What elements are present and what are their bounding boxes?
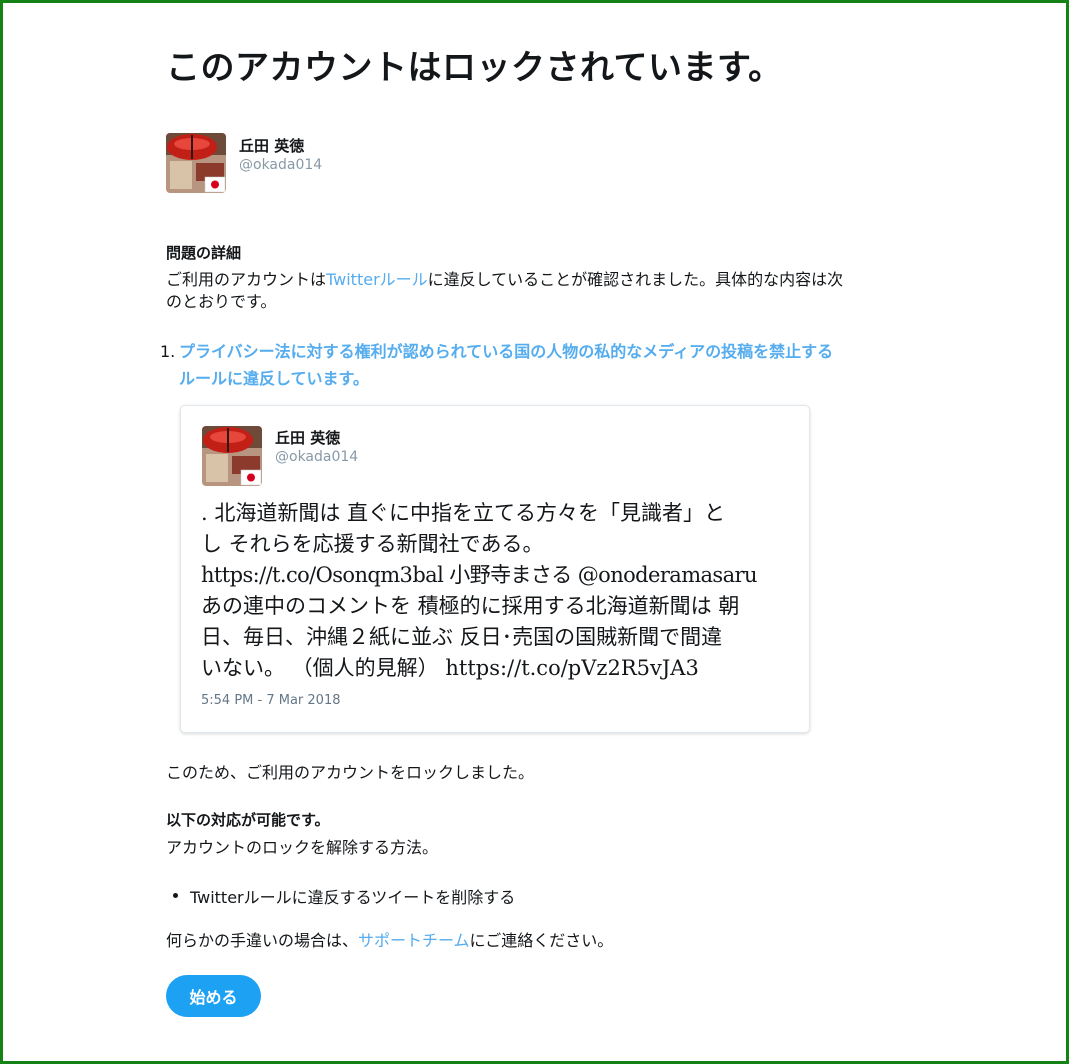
locked-notice: このため、ご利用のアカウントをロックしました。 (166, 763, 535, 782)
tweet-line: あの連中のコメントを 積極的に採用する北海道新聞は 朝 (201, 594, 740, 618)
tweet-line: . 北海道新聞は 直ぐに中指を立てる方々を「見識者」と (201, 501, 726, 525)
avatar (166, 133, 226, 193)
tweet-author-handle: @okada014 (275, 449, 359, 465)
tweet-text: . 北海道新聞は 直ぐに中指を立てる方々を「見識者」と し それらを応援する新聞… (201, 498, 791, 684)
actions-subtext: アカウントのロックを解除する方法。 (166, 838, 439, 857)
tweet-timestamp[interactable]: 5:54 PM - 7 Mar 2018 (201, 693, 340, 708)
details-text-pre: ご利用のアカウントは (166, 270, 327, 289)
support-text-post: にご連絡ください。 (469, 931, 614, 950)
bullet-icon (173, 893, 178, 898)
tweet-avatar (202, 426, 262, 486)
details-text: ご利用のアカウントはTwitterルールに違反していることが確認されました。具体… (166, 269, 926, 313)
details-heading: 問題の詳細 (166, 244, 242, 262)
list-item: Twitterルールに違反するツイートを削除する (173, 884, 516, 908)
tweet-card: 丘田 英徳 @okada014 . 北海道新聞は 直ぐに中指を立てる方々を「見識… (180, 405, 810, 733)
tweet-author-name: 丘田 英徳 (275, 429, 341, 447)
details-text-post: に違反していることが確認されました。具体的な内容は次 (427, 270, 844, 289)
twitter-rules-link[interactable]: Twitterルール (326, 270, 428, 289)
start-button[interactable]: 始める (166, 975, 261, 1017)
rule-link-line1[interactable]: プライバシー法に対する権利が認められている国の人物の私的なメディアの投稿を禁止す… (179, 338, 909, 365)
tweet-line: し それらを応援する新聞社である。 (201, 532, 544, 556)
rule-link-line2[interactable]: ルールに違反しています。 (179, 365, 909, 392)
details-text-line2: のとおりです。 (166, 292, 277, 311)
tweet-line: いない。 （個人的見解） https://t.co/pVz2R5vJA3 (201, 656, 699, 680)
bullet-text: Twitterルールに違反するツイートを削除する (190, 888, 516, 907)
profile-name: 丘田 英徳 (239, 137, 305, 155)
support-text: 何らかの手違いの場合は、サポートチームにご連絡ください。 (166, 930, 613, 952)
support-team-link[interactable]: サポートチーム (358, 931, 470, 950)
tweet-line: 日、毎日、沖縄２紙に並ぶ 反日･売国の国賊新聞で間違 (201, 625, 723, 649)
profile-handle: @okada014 (239, 157, 323, 173)
tweet-line: https://t.co/Osonqm3bal 小野寺まさる @onoderam… (201, 563, 757, 587)
actions-heading: 以下の対応が可能です。 (166, 811, 330, 829)
page-title: このアカウントはロックされています。 (166, 48, 783, 88)
support-text-pre: 何らかの手違いの場合は、 (166, 931, 359, 950)
rule-number: 1. (160, 342, 176, 361)
